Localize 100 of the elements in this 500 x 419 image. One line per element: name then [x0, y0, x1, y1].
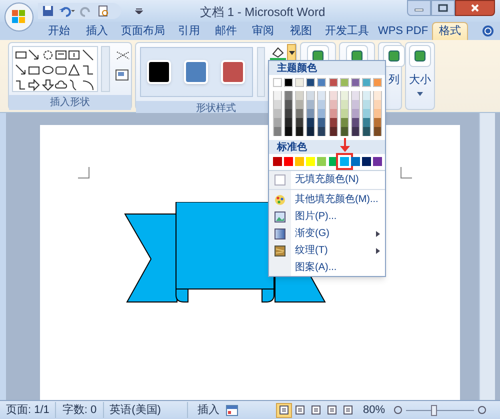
- color-swatch[interactable]: [284, 127, 294, 136]
- status-word-count[interactable]: 字数: 0: [56, 402, 104, 418]
- color-swatch[interactable]: [306, 91, 316, 100]
- color-swatch[interactable]: [295, 109, 304, 118]
- color-swatch[interactable]: [295, 100, 304, 109]
- color-swatch[interactable]: [372, 91, 382, 100]
- text-box-icon[interactable]: [115, 69, 129, 81]
- color-swatch[interactable]: [295, 118, 304, 127]
- right-arrow-icon[interactable]: [28, 79, 40, 91]
- color-swatch[interactable]: [273, 109, 282, 118]
- color-swatch[interactable]: [340, 109, 349, 118]
- shape-style-swatch[interactable]: [184, 60, 208, 84]
- text-box-icon[interactable]: [68, 49, 80, 61]
- color-swatch[interactable]: [328, 109, 338, 118]
- triangle-icon[interactable]: [68, 64, 80, 76]
- menu-item[interactable]: 其他填充颜色(M)...: [269, 191, 385, 208]
- help-icon[interactable]: [482, 25, 494, 37]
- view-button[interactable]: [276, 402, 292, 418]
- vertical-scrollbar[interactable]: [479, 113, 495, 400]
- color-swatch[interactable]: [317, 100, 326, 109]
- color-swatch[interactable]: [362, 100, 371, 109]
- color-swatch[interactable]: [284, 91, 294, 100]
- ribbon-button[interactable]: [409, 45, 431, 67]
- gallery-scrollbar[interactable]: [256, 47, 265, 97]
- color-swatch[interactable]: [317, 127, 326, 136]
- color-swatch[interactable]: [284, 157, 294, 166]
- color-swatch[interactable]: [306, 127, 316, 136]
- color-swatch[interactable]: [317, 78, 326, 87]
- color-swatch[interactable]: [317, 157, 326, 166]
- maximize-button[interactable]: [431, 0, 455, 16]
- elbow-connector-icon[interactable]: [82, 64, 94, 76]
- color-swatch[interactable]: [340, 91, 349, 100]
- color-swatch[interactable]: [284, 109, 294, 118]
- line-icon[interactable]: [82, 49, 94, 61]
- menu-item[interactable]: 无填充颜色(N): [269, 171, 385, 188]
- color-swatch[interactable]: [372, 100, 382, 109]
- zoom-slider-thumb[interactable]: [430, 404, 437, 416]
- color-swatch[interactable]: [372, 157, 382, 166]
- color-swatch[interactable]: [284, 78, 294, 87]
- ribbon-button[interactable]: [383, 45, 405, 67]
- color-swatch[interactable]: [273, 127, 282, 136]
- color-swatch[interactable]: [273, 91, 282, 100]
- color-swatch[interactable]: [362, 91, 371, 100]
- status-page[interactable]: 页面: 1/1: [0, 402, 56, 418]
- style-gallery[interactable]: [140, 47, 253, 97]
- color-swatch[interactable]: [350, 118, 360, 127]
- ribbon-tab[interactable]: 格式: [432, 22, 468, 40]
- color-swatch[interactable]: [295, 157, 304, 166]
- color-swatch[interactable]: [317, 109, 326, 118]
- ribbon-tab[interactable]: 审阅: [244, 22, 282, 40]
- ribbon-tab[interactable]: 开发工具: [320, 22, 374, 40]
- color-swatch[interactable]: [273, 78, 282, 87]
- color-swatch[interactable]: [350, 109, 360, 118]
- color-swatch[interactable]: [295, 91, 304, 100]
- color-swatch[interactable]: [328, 100, 338, 109]
- rounded-rectangle-icon[interactable]: [54, 64, 67, 76]
- cloud-icon[interactable]: [54, 79, 67, 91]
- color-swatch[interactable]: [295, 78, 304, 87]
- color-swatch[interactable]: [284, 118, 294, 127]
- ribbon-tab[interactable]: 插入: [78, 22, 116, 40]
- ribbon-tab[interactable]: 页面布局: [116, 22, 170, 40]
- shape-style-swatch[interactable]: [221, 60, 246, 84]
- oval-icon[interactable]: [42, 64, 54, 76]
- color-swatch[interactable]: [350, 91, 360, 100]
- color-swatch[interactable]: [340, 127, 349, 136]
- color-swatch[interactable]: [350, 127, 360, 136]
- color-swatch[interactable]: [340, 157, 349, 166]
- color-swatch[interactable]: [350, 157, 360, 166]
- color-swatch[interactable]: [372, 109, 382, 118]
- ribbon-tab[interactable]: WPS PDF: [374, 22, 432, 40]
- color-swatch[interactable]: [273, 157, 282, 166]
- arrow-line-icon[interactable]: [15, 64, 27, 76]
- color-swatch[interactable]: [362, 157, 371, 166]
- color-swatch[interactable]: [306, 109, 316, 118]
- close-button[interactable]: [455, 0, 495, 16]
- zoom-out-button[interactable]: [394, 406, 402, 414]
- color-swatch[interactable]: [340, 100, 349, 109]
- color-swatch[interactable]: [273, 100, 282, 109]
- color-swatch[interactable]: [317, 91, 326, 100]
- text-box-icon[interactable]: [15, 49, 27, 61]
- color-swatch[interactable]: [340, 78, 349, 87]
- print-preview-icon[interactable]: [97, 5, 109, 17]
- zoom-in-button[interactable]: [478, 406, 486, 414]
- color-swatch[interactable]: [372, 118, 382, 127]
- color-swatch[interactable]: [362, 78, 371, 87]
- menu-item[interactable]: 图案(A)...: [269, 259, 385, 276]
- text-box-icon[interactable]: [54, 49, 67, 61]
- zoom-level[interactable]: 80%: [362, 402, 385, 418]
- ribbon-tab[interactable]: 引用: [170, 22, 208, 40]
- color-swatch[interactable]: [328, 157, 338, 166]
- color-swatch[interactable]: [372, 127, 382, 136]
- color-swatch[interactable]: [328, 91, 338, 100]
- color-swatch[interactable]: [284, 100, 294, 109]
- color-swatch[interactable]: [317, 118, 326, 127]
- color-swatch[interactable]: [340, 118, 349, 127]
- color-swatch[interactable]: [362, 109, 371, 118]
- color-swatch[interactable]: [372, 78, 382, 87]
- edit-shape-icon[interactable]: [115, 49, 131, 61]
- color-swatch[interactable]: [328, 127, 338, 136]
- save-icon[interactable]: [42, 5, 54, 17]
